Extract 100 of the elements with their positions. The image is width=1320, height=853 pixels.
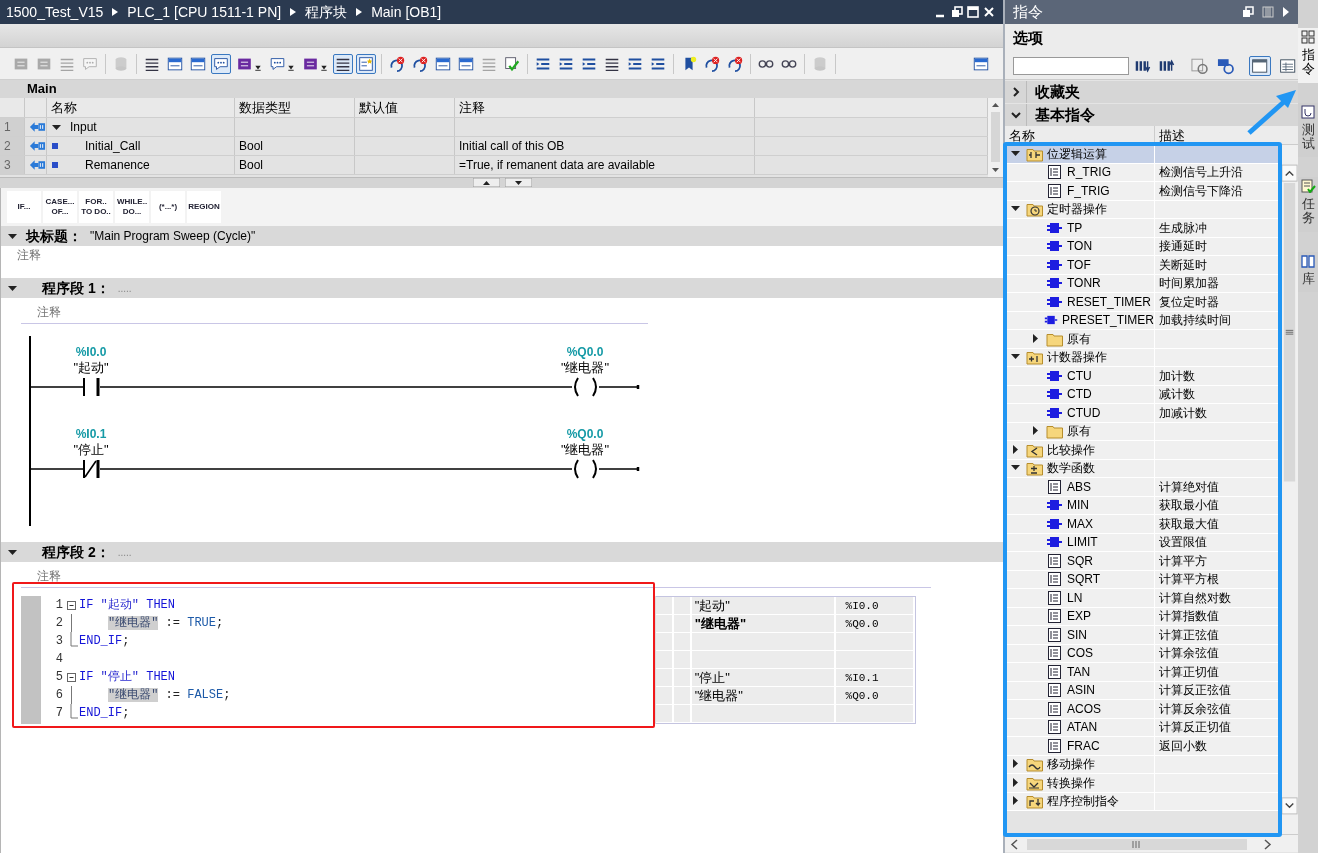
instruction-description: 计算正弦值 <box>1159 627 1219 642</box>
column-header[interactable]: 描述 <box>1155 126 1280 144</box>
scrollbar[interactable] <box>988 98 1003 177</box>
code-line[interactable]: "继电器" := FALSE; <box>79 686 231 704</box>
table-cell-text: Initial_Call <box>85 138 141 155</box>
table-cell-text: Initial call of this OB <box>459 138 565 155</box>
tree-row[interactable]: ACOS 计算反余弦值 <box>1005 700 1280 719</box>
function-icon <box>1046 182 1063 199</box>
snippet-button[interactable]: FOR.. TO DO.. <box>79 191 113 223</box>
coil-symbol[interactable] <box>574 377 597 397</box>
expander-icon[interactable] <box>1009 109 1022 121</box>
breadcrumb-item[interactable]: PLC_1 [CPU 1511-1 PN] <box>127 1 282 23</box>
chevron-icon <box>111 7 120 17</box>
line-number: 2 <box>54 615 64 632</box>
coil-symbol[interactable] <box>574 459 597 479</box>
code-line[interactable]: IF "停止" THEN <box>79 668 176 686</box>
tree-row[interactable]: SIN 计算正弦值 <box>1005 626 1280 645</box>
toolbar-icon[interactable] <box>333 53 353 74</box>
code-line[interactable]: END_IF; <box>79 632 130 650</box>
function-icon <box>1046 626 1063 643</box>
breadcrumb-item[interactable]: Main [OB1] <box>371 1 442 23</box>
code-line[interactable]: "继电器" := TRUE; <box>79 614 224 632</box>
view-toggle-icon[interactable] <box>1249 55 1271 76</box>
folder-icon <box>1026 756 1043 773</box>
operand-tag[interactable]: "继电器" <box>560 442 610 457</box>
breadcrumb-item[interactable]: 1500_Test_V15 <box>6 1 104 23</box>
tree-row[interactable]: CTU 加计数 <box>1005 367 1280 386</box>
operand-tag[interactable]: "起动" <box>73 360 109 375</box>
snippet-button[interactable]: WHILE.. DO... <box>115 191 149 223</box>
close-icon[interactable] <box>983 6 995 18</box>
function-icon <box>1046 552 1063 569</box>
collapse-up-icon[interactable] <box>473 178 500 187</box>
operand-address[interactable]: %I0.0 <box>75 345 107 359</box>
operand-tag[interactable]: "停止" <box>73 442 109 457</box>
tree-row[interactable]: 转换操作 <box>1005 774 1280 793</box>
contact-symbol[interactable] <box>83 459 100 479</box>
toolbar-icon[interactable] <box>211 53 231 74</box>
line-number: 5 <box>54 669 64 686</box>
folder-icon <box>1026 349 1043 366</box>
tree-row[interactable]: LN 计算自然对数 <box>1005 589 1280 608</box>
column-header[interactable]: 名称 <box>47 98 235 117</box>
refresh-icon[interactable] <box>1190 56 1210 75</box>
code-line[interactable]: IF "起动" THEN <box>79 596 176 614</box>
tree-row[interactable]: FRAC 返回小数 <box>1005 737 1280 756</box>
tree-row[interactable]: TOF 关断延时 <box>1005 256 1280 275</box>
row-number: 3 <box>0 156 25 174</box>
column-header[interactable]: 默认值 <box>355 98 455 117</box>
tree-row[interactable]: TAN 计算正切值 <box>1005 663 1280 682</box>
tree-row[interactable]: MAX 获取最大值 <box>1005 515 1280 534</box>
tree-row[interactable]: TP 生成脉冲 <box>1005 219 1280 238</box>
instruction-name: 位逻辑运算 <box>1047 145 1107 163</box>
table-cell: "停止" <box>691 669 834 686</box>
breadcrumb-item[interactable]: 程序块 <box>305 1 348 23</box>
sort-ascending-icon[interactable] <box>1158 57 1177 74</box>
search-field[interactable] <box>1013 56 1130 75</box>
section-label: 块标题： <box>26 226 82 246</box>
operand-address[interactable]: %Q0.0 <box>566 345 604 359</box>
column-header[interactable]: 注释 <box>455 98 755 117</box>
instruction-description: 设置限值 <box>1159 535 1207 550</box>
restore-icon[interactable] <box>1242 6 1254 18</box>
expand-down-icon[interactable] <box>505 178 532 187</box>
column-header[interactable]: 名称 <box>1005 126 1155 144</box>
tree-row[interactable]: CTUD 加减计数 <box>1005 404 1280 423</box>
member-icon <box>51 142 59 150</box>
column-header[interactable]: 数据类型 <box>235 98 355 117</box>
side-tab[interactable]: 指令 <box>1298 28 1318 83</box>
instruction-name: ABS <box>1067 478 1091 496</box>
comment-field[interactable]: 注释 <box>1 246 1003 264</box>
split-view-icon[interactable] <box>1262 6 1274 18</box>
collapse-panel-icon[interactable] <box>1282 6 1290 18</box>
snippet-button[interactable]: REGION <box>187 191 221 223</box>
comment-field[interactable]: 注释 <box>21 302 648 324</box>
tree-row[interactable]: SQR 计算平方 <box>1005 552 1280 571</box>
table-cell <box>656 633 672 650</box>
section-header[interactable]: 收藏夹 <box>1027 80 1080 104</box>
instruction-description: 生成脉冲 <box>1159 220 1207 235</box>
tree-row[interactable]: ABS 计算绝对值 <box>1005 478 1280 497</box>
tree-row[interactable]: F_TRIG 检测信号下降沿 <box>1005 182 1280 201</box>
operand-tag[interactable]: "继电器" <box>560 360 610 375</box>
instruction-name: FRAC <box>1067 737 1100 755</box>
tree-row[interactable]: 比较操作 <box>1005 441 1280 460</box>
tree-row[interactable]: RESET_TIMER 复位定时器 <box>1005 293 1280 312</box>
comment-field[interactable]: 注释 <box>21 566 931 588</box>
snippet-button[interactable]: (*...*) <box>151 191 185 223</box>
maximize-icon[interactable] <box>967 6 979 18</box>
instruction-name: LN <box>1067 589 1083 607</box>
contact-symbol[interactable] <box>83 377 100 397</box>
code-line[interactable]: END_IF; <box>79 704 130 722</box>
restore-icon[interactable] <box>951 6 963 18</box>
input-icon <box>29 159 46 171</box>
operand-address[interactable]: %Q0.0 <box>566 427 604 441</box>
block-title-value[interactable]: "Main Program Sweep (Cycle)" <box>90 227 256 245</box>
tree-row[interactable]: 原有 <box>1005 330 1280 349</box>
snippet-button[interactable]: IF... <box>7 191 41 223</box>
refresh-icon[interactable] <box>1215 56 1236 75</box>
tab-icon <box>1300 253 1316 268</box>
options-label: 选项 <box>1005 24 1298 52</box>
snippet-button[interactable]: CASE... OF... <box>43 191 77 223</box>
instruction-name: R_TRIG <box>1067 164 1111 182</box>
instruction-name: 原有 <box>1067 330 1091 348</box>
